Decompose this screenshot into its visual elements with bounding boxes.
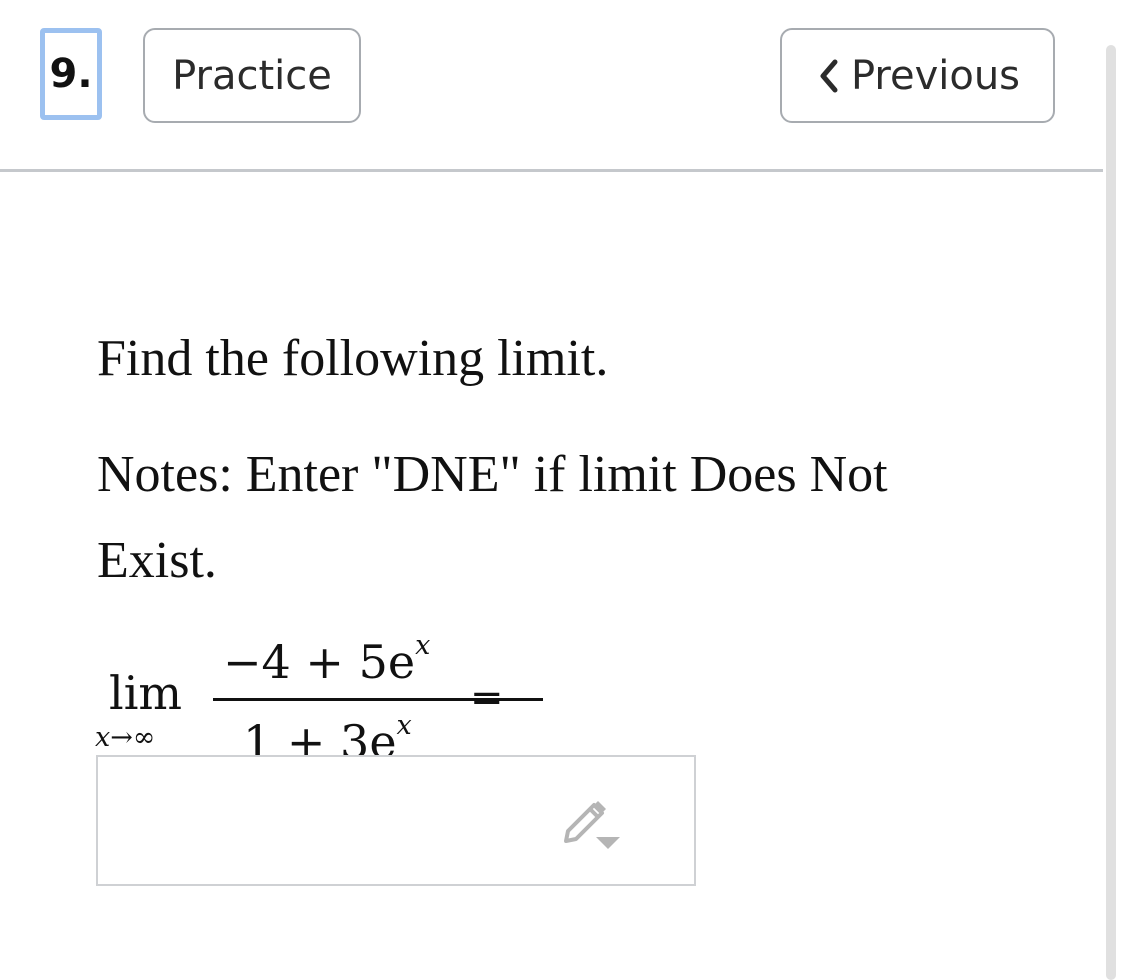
chevron-left-icon <box>820 59 838 92</box>
pencil-dropdown-icon[interactable] <box>560 797 626 855</box>
lim-subscript-arrow: →∞ <box>110 722 156 753</box>
question-number-label: 9. <box>49 51 93 97</box>
practice-button-label: Practice <box>172 52 332 99</box>
practice-button[interactable]: Practice <box>143 28 361 123</box>
answer-input[interactable] <box>98 757 538 884</box>
limit-expression: lim x→∞ −4 + 5ex 1 + 3ex = <box>95 630 543 769</box>
previous-button-label: Previous <box>850 52 1021 99</box>
numerator-exponent: x <box>415 630 431 661</box>
lim-subscript: x→∞ <box>95 722 155 753</box>
equals-sign: = <box>470 675 504 721</box>
answer-box[interactable] <box>96 755 696 886</box>
fraction-numerator: −4 + 5ex <box>223 630 430 689</box>
lim-subscript-variable: x <box>95 722 111 753</box>
scrollbar[interactable] <box>1106 45 1116 980</box>
denominator-exponent: x <box>396 710 412 741</box>
lim-operator: lim <box>109 666 183 720</box>
header-divider <box>0 169 1103 172</box>
previous-button[interactable]: Previous <box>780 28 1055 123</box>
question-number: 9. <box>40 28 102 120</box>
question-instruction: Find the following limit. <box>97 330 609 387</box>
question-note: Notes: Enter "DNE" if limit Does Not Exi… <box>97 446 888 589</box>
numerator-text: −4 + 5e <box>223 635 416 689</box>
